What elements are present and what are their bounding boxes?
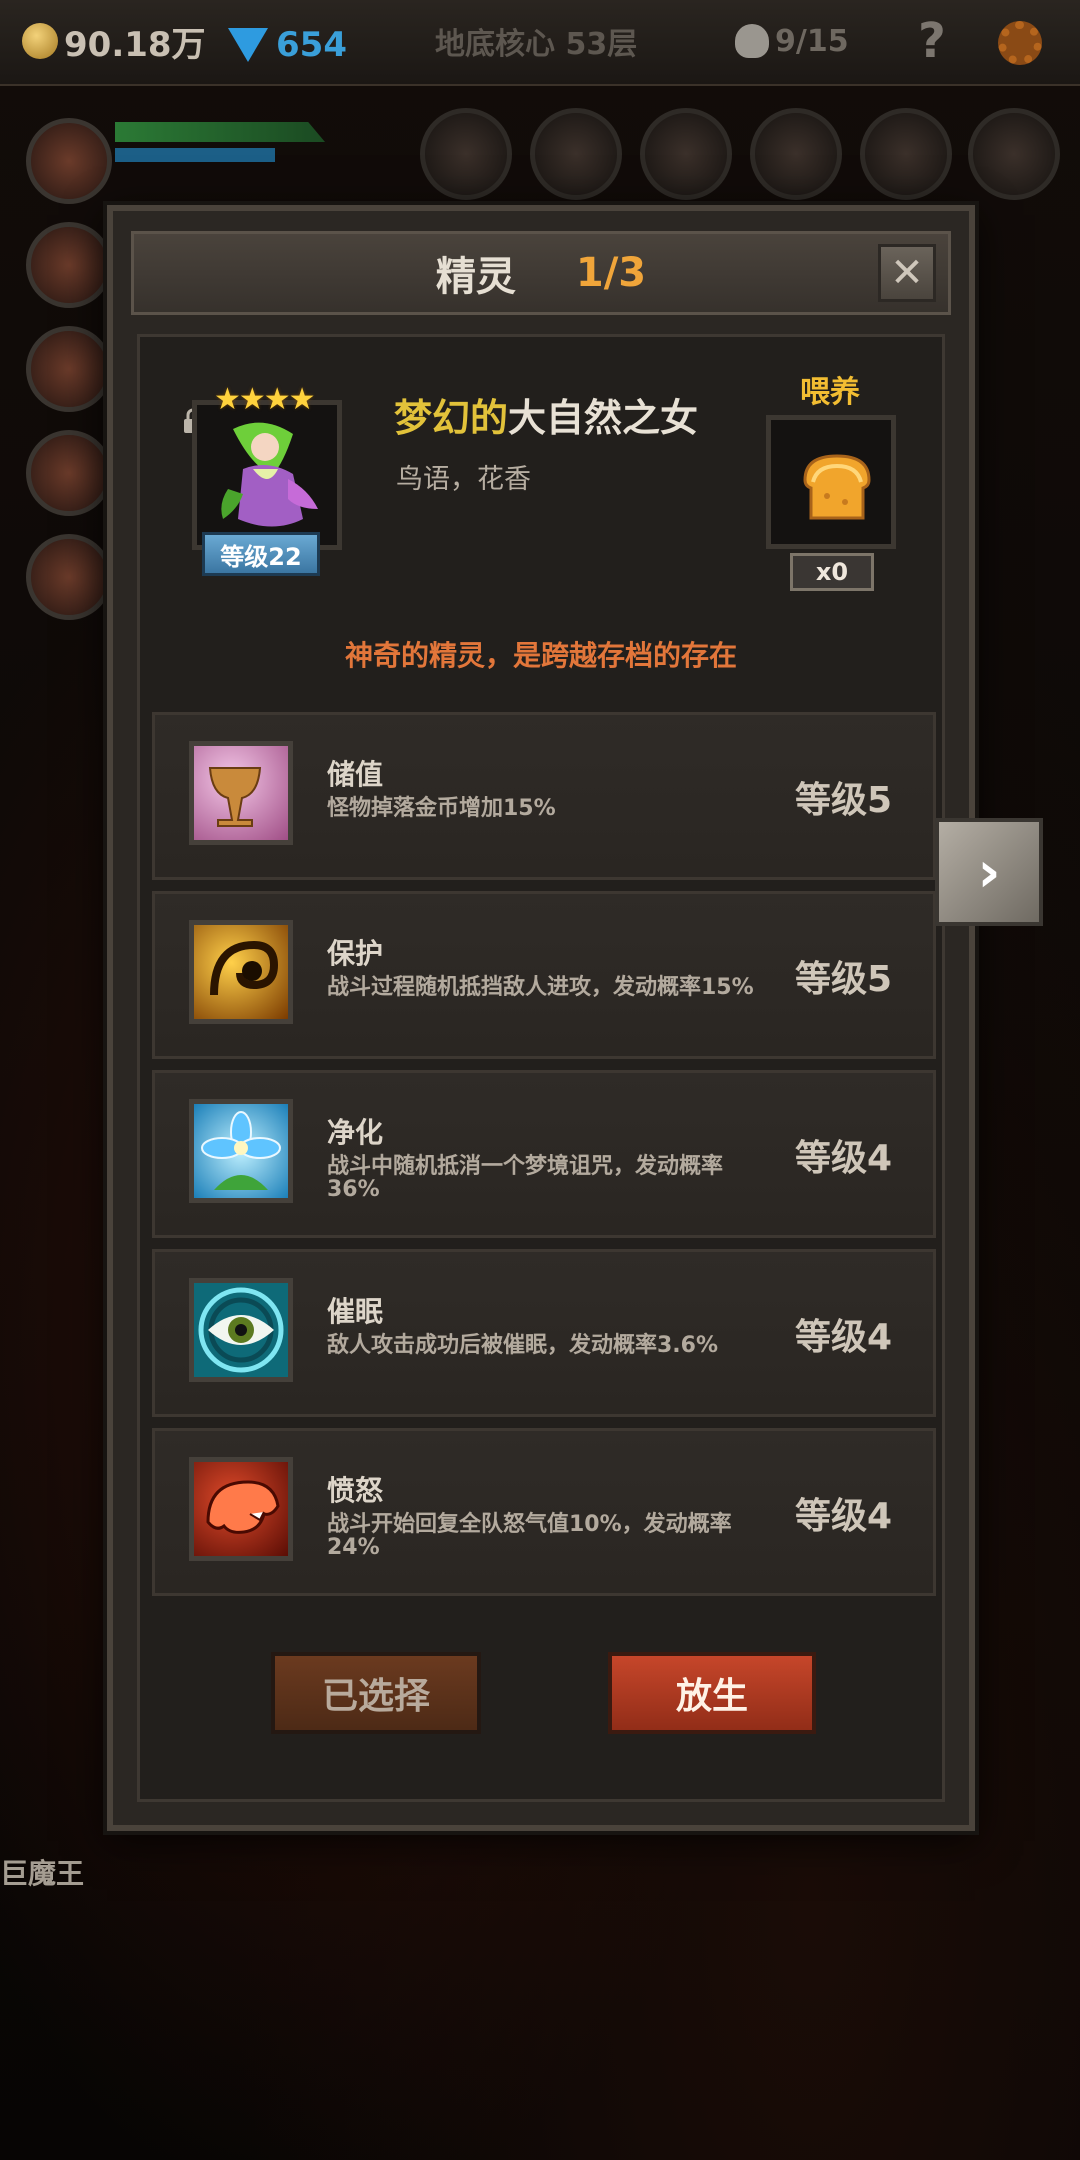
- item-slot-4: [750, 108, 842, 200]
- dialog-title: 精灵: [435, 254, 516, 300]
- release-button[interactable]: 放生: [608, 1652, 816, 1734]
- gear-icon: [998, 21, 1042, 65]
- feed-button[interactable]: x0: [760, 415, 902, 595]
- roaring-beast-icon: [189, 1457, 293, 1561]
- hero-portrait-4: [26, 430, 112, 516]
- skill-row[interactable]: 催眠 敌人攻击成功后被催眠，发动概率3.6% 等级4: [152, 1249, 936, 1417]
- star-rating: ★★★★: [214, 382, 316, 417]
- item-slot-5: [860, 108, 952, 200]
- skill-description: 敌人攻击成功后被催眠，发动概率3.6%: [327, 1333, 719, 1358]
- gem-counter: 654: [228, 20, 347, 70]
- item-slot-1: [420, 108, 512, 200]
- close-icon: ✕: [890, 250, 924, 296]
- feed-item-frame: [766, 415, 896, 549]
- help-button[interactable]: ?: [918, 13, 946, 69]
- skill-name: 储值: [327, 758, 384, 791]
- kill-count: 9/15: [775, 23, 849, 59]
- bread-icon: [803, 454, 871, 520]
- boss-name-label: 巨魔王: [0, 1857, 85, 1890]
- skull-icon: [735, 24, 769, 58]
- settings-button[interactable]: [998, 18, 1042, 68]
- mana-bar: [115, 148, 275, 162]
- hero-portrait-3: [26, 326, 112, 412]
- hero-portrait-1: [26, 118, 112, 204]
- skill-name: 愤怒: [327, 1474, 384, 1507]
- location-label: 地底核心 53层: [435, 27, 638, 62]
- spirit-card[interactable]: ★★★★ 等级22: [182, 382, 344, 582]
- spirit-portrait: [192, 400, 342, 550]
- gold-counter: 90.18万: [22, 16, 206, 66]
- dialog-body: ★★★★ 等级22 梦幻的大自然之女 鸟语，花香 喂养 x0 神奇的精灵，是跨越…: [137, 334, 945, 1802]
- hero-portrait-5: [26, 534, 112, 620]
- page-indicator: 1/3: [575, 250, 647, 296]
- grail-icon: [189, 741, 293, 845]
- selected-button[interactable]: 已选择: [271, 1652, 481, 1734]
- hp-bar: [115, 122, 325, 142]
- gem-amount: 654: [276, 25, 347, 65]
- spirit-name-prefix: 梦幻的: [394, 396, 509, 440]
- skill-description: 战斗开始回复全队怒气值10%，发动概率24%: [327, 1512, 732, 1560]
- dialog-header: 精灵 1/3 ✕: [131, 231, 951, 315]
- gold-amount: 90.18万: [64, 24, 206, 65]
- chevron-right-icon: ›: [977, 839, 1001, 905]
- spirit-subtitle: 鸟语，花香: [396, 464, 531, 495]
- skill-row[interactable]: 净化 战斗中随机抵消一个梦境诅咒，发动概率36% 等级4: [152, 1070, 936, 1238]
- skill-level: 等级4: [795, 1496, 893, 1537]
- spirit-name-main: 大自然之女: [508, 396, 699, 440]
- hero-portrait-2: [26, 222, 112, 308]
- skill-name: 催眠: [327, 1295, 384, 1328]
- kill-counter: 9/15: [735, 16, 849, 66]
- hypno-eye-icon: [189, 1278, 293, 1382]
- spirit-level-badge: 等级22: [202, 532, 320, 576]
- top-status-bar: 90.18万 654 地底核心 53层 9/15 ?: [0, 0, 1080, 86]
- next-spirit-button[interactable]: ›: [935, 818, 1043, 926]
- skill-row[interactable]: 保护 战斗过程随机抵挡敌人进攻，发动概率15% 等级5: [152, 891, 936, 1059]
- fairy-icon: [221, 422, 318, 527]
- skill-level: 等级5: [795, 959, 893, 1000]
- skill-name: 保护: [327, 937, 384, 970]
- blue-flower-icon: [189, 1099, 293, 1203]
- spirit-dialog: 精灵 1/3 ✕ ★★★★ 等级22 梦幻的大自然之女 鸟语，花香 喂养 x0 …: [107, 205, 975, 1831]
- feed-label: 喂养: [800, 375, 860, 410]
- spirit-name: 梦幻的大自然之女: [394, 387, 698, 442]
- item-slot-6: [968, 108, 1060, 200]
- skill-level: 等级4: [795, 1317, 893, 1358]
- skill-description: 战斗中随机抵消一个梦境诅咒，发动概率36%: [327, 1154, 724, 1202]
- skill-level: 等级4: [795, 1138, 893, 1179]
- feed-count: x0: [790, 553, 874, 591]
- skill-description: 战斗过程随机抵挡敌人进攻，发动概率15%: [327, 975, 754, 1000]
- skill-description: 怪物掉落金币增加15%: [327, 796, 556, 821]
- skill-row[interactable]: 储值 怪物掉落金币增加15% 等级5: [152, 712, 936, 880]
- close-button[interactable]: ✕: [878, 244, 936, 302]
- gold-coin-icon: [22, 23, 58, 59]
- skill-name: 净化: [327, 1116, 384, 1149]
- skill-row[interactable]: 愤怒 战斗开始回复全队怒气值10%，发动概率24% 等级4: [152, 1428, 936, 1596]
- item-slot-2: [530, 108, 622, 200]
- swirl-shield-icon: [189, 920, 293, 1024]
- item-slot-3: [640, 108, 732, 200]
- diamond-icon: [228, 28, 268, 62]
- spirit-tagline: 神奇的精灵，是跨越存档的存在: [344, 639, 737, 672]
- skill-level: 等级5: [795, 780, 893, 821]
